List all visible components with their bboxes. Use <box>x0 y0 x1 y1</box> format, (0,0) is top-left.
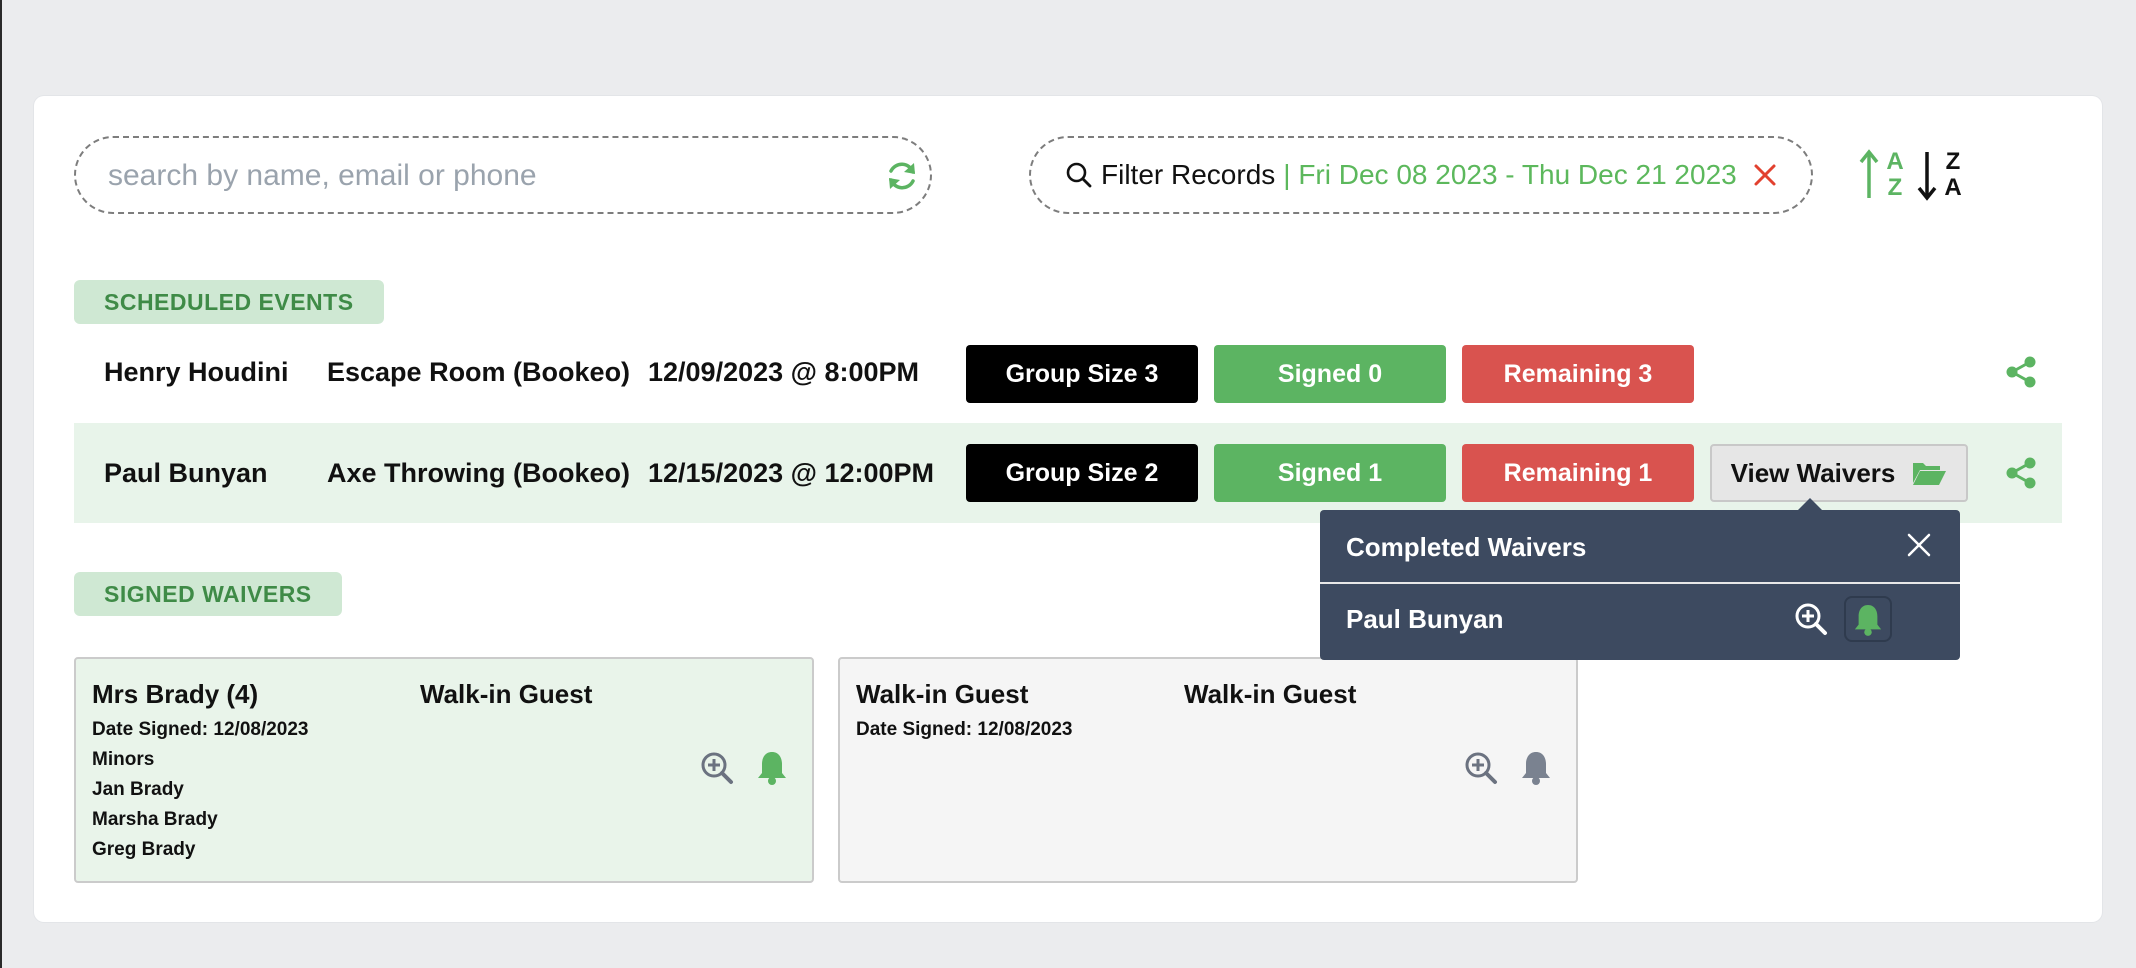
folder-open-icon <box>1913 463 1947 485</box>
remaining-count-button[interactable]: Remaining 1 <box>1462 444 1694 502</box>
search-input[interactable] <box>106 152 850 200</box>
popover-divider <box>1320 582 1960 584</box>
event-row: Paul Bunyan Axe Throwing (Bookeo) 12/15/… <box>74 423 2062 523</box>
bell-icon <box>1854 604 1882 636</box>
filter-records-button[interactable]: Filter Records | Fri Dec 08 2023 - Thu D… <box>1029 136 1813 214</box>
popover-arrow <box>1798 498 1822 510</box>
group-size-button[interactable]: Group Size 3 <box>966 345 1198 403</box>
zoom-in-icon[interactable] <box>700 751 734 785</box>
signed-count-button[interactable]: Signed 1 <box>1214 444 1446 502</box>
event-row: Henry Houdini Escape Room (Bookeo) 12/09… <box>74 322 2062 422</box>
sort-asc-bottom-letter: Z <box>1887 174 1903 201</box>
event-activity: Escape Room (Bookeo) <box>327 357 631 387</box>
close-icon[interactable] <box>1753 163 1777 187</box>
group-size-button[interactable]: Group Size 2 <box>966 444 1198 502</box>
waiver-name: Walk-in Guest <box>856 679 1029 709</box>
filter-date-range: | Fri Dec 08 2023 - Thu Dec 21 2023 <box>1283 159 1737 190</box>
remaining-count-button[interactable]: Remaining 3 <box>1462 345 1694 403</box>
popover-entry-name: Paul Bunyan <box>1346 604 1504 634</box>
waiver-minor: Jan Brady <box>92 779 184 800</box>
sort-desc-top-letter: Z <box>1945 148 1961 175</box>
sort-ascending-icon[interactable]: A Z <box>1858 148 1910 202</box>
search-box[interactable] <box>74 136 932 214</box>
waiver-name: Mrs Brady (4) <box>92 679 259 709</box>
filter-label: Filter Records <box>1101 159 1276 190</box>
share-icon[interactable] <box>2004 355 2038 389</box>
waiver-minors-label: Minors <box>92 749 155 770</box>
close-icon[interactable] <box>1906 532 1932 558</box>
waiver-date-signed: Date Signed: 12/08/2023 <box>92 719 309 740</box>
waiver-guest-type: Walk-in Guest <box>1184 679 1357 709</box>
waiver-minor: Greg Brady <box>92 839 196 860</box>
bell-icon[interactable] <box>1520 749 1552 785</box>
event-datetime: 12/15/2023 @ 12:00PM <box>648 458 935 488</box>
search-icon <box>1066 162 1092 188</box>
event-datetime: 12/09/2023 @ 8:00PM <box>648 357 920 387</box>
signed-waivers-heading: SIGNED WAIVERS <box>74 572 342 616</box>
completed-waivers-popover: Completed Waivers Paul Bunyan <box>1320 498 1960 660</box>
window-edge <box>0 0 2 968</box>
zoom-in-icon[interactable] <box>1464 751 1498 785</box>
popover-title: Completed Waivers <box>1346 532 1587 562</box>
scheduled-events-heading: SCHEDULED EVENTS <box>74 280 384 324</box>
waiver-card: Mrs Brady (4) Walk-in Guest Date Signed:… <box>74 657 814 883</box>
share-icon[interactable] <box>2004 456 2038 490</box>
waiver-date-signed: Date Signed: 12/08/2023 <box>856 719 1073 740</box>
sort-descending-icon[interactable]: Z A <box>1916 148 1968 202</box>
event-activity: Axe Throwing (Bookeo) <box>327 458 630 488</box>
event-name: Paul Bunyan <box>104 458 268 488</box>
event-name: Henry Houdini <box>104 357 289 387</box>
bell-icon[interactable] <box>756 749 788 785</box>
notify-button[interactable] <box>1844 596 1892 642</box>
zoom-in-icon[interactable] <box>1794 602 1828 636</box>
sort-desc-bottom-letter: A <box>1944 174 1962 201</box>
sort-asc-top-letter: A <box>1886 148 1904 175</box>
signed-count-button[interactable]: Signed 0 <box>1214 345 1446 403</box>
waiver-guest-type: Walk-in Guest <box>420 679 593 709</box>
refresh-icon[interactable] <box>884 158 920 194</box>
view-waivers-button[interactable]: View Waivers <box>1710 444 1968 502</box>
waiver-minor: Marsha Brady <box>92 809 218 830</box>
view-waivers-label: View Waivers <box>1730 457 1896 488</box>
waiver-card: Walk-in Guest Walk-in Guest Date Signed:… <box>838 657 1578 883</box>
